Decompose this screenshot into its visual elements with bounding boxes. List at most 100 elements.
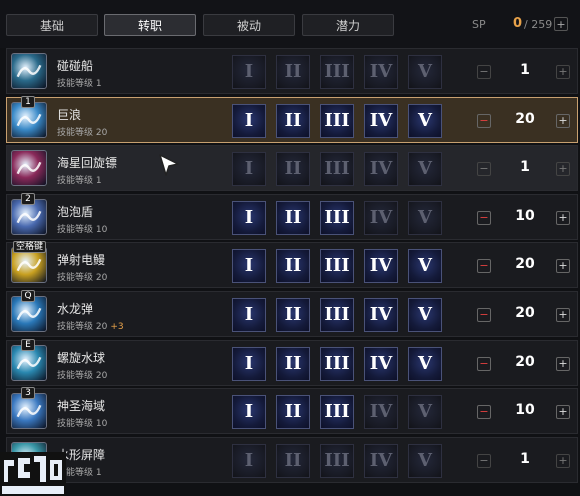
boat-icon[interactable] [11, 53, 47, 89]
tier-4-box[interactable]: IV [364, 346, 398, 381]
skill-row[interactable]: E 螺旋水球 技能等级 20 I II III IV V −20 + [6, 338, 578, 386]
tier-3-box[interactable]: III [320, 443, 354, 478]
decrease-level-button[interactable]: − [477, 356, 491, 371]
tier-1-box[interactable]: I [232, 152, 266, 187]
tier-3-box[interactable]: III [320, 395, 354, 430]
skill-level: 技能等级 20 [57, 270, 107, 283]
skill-level-count: 1 [520, 159, 530, 176]
tier-2-box[interactable]: II [276, 152, 310, 187]
tier-1-box[interactable]: I [232, 443, 266, 478]
skill-level: 技能等级 10 [57, 416, 107, 429]
tier-3-box[interactable]: III [320, 297, 354, 332]
skill-level: 技能等级 10 [57, 222, 107, 235]
decrease-level-button[interactable]: − [477, 210, 491, 225]
tier-1-box[interactable]: I [232, 55, 266, 89]
skill-level-count: 1 [520, 62, 530, 78]
skill-row[interactable]: 空格键 弹射电鳗 技能等级 20 I II III IV V −20 + [6, 241, 578, 289]
starfish-icon[interactable] [11, 150, 47, 187]
skill-level: 技能等级 20 +3 [57, 319, 124, 332]
decrease-level-button[interactable]: − [477, 259, 491, 274]
tier-1-box[interactable]: I [232, 297, 266, 332]
increase-level-button[interactable]: + [556, 162, 570, 177]
tier-4-box[interactable]: IV [364, 200, 398, 235]
decrease-level-button[interactable]: − [477, 453, 491, 468]
sp-total: / 259 [524, 18, 553, 31]
skill-level-count: 20 [515, 256, 535, 273]
tier-1-box[interactable]: I [232, 249, 266, 284]
tier-5-box[interactable]: V [408, 297, 442, 332]
tier-5-box[interactable]: V [408, 55, 442, 89]
tier-2-box[interactable]: II [276, 443, 310, 478]
increase-level-button[interactable]: + [556, 307, 570, 322]
skill-row[interactable]: 碰碰船 技能等级 1 I II III IV V −1 + [6, 48, 578, 94]
tab-potential[interactable]: 潜力 [302, 14, 394, 36]
skill-row[interactable]: 3 神圣海域 技能等级 10 I II III IV V −10 + [6, 387, 578, 435]
hotkey-badge: 1 [21, 95, 35, 108]
increase-level-button[interactable]: + [556, 405, 570, 420]
tier-5-box[interactable]: V [408, 103, 442, 138]
increase-level-button[interactable]: + [556, 65, 570, 79]
skill-level-text: 技能等级 10 [57, 224, 108, 235]
decrease-level-button[interactable]: − [477, 307, 491, 322]
increase-level-button[interactable]: + [556, 356, 570, 371]
tab-class-advancement[interactable]: 转职 [104, 14, 196, 36]
tier-2-box[interactable]: II [276, 346, 310, 381]
skill-row[interactable]: 1 巨浪 技能等级 20 I II III IV V −20 + [6, 95, 578, 143]
tier-2-box[interactable]: II [276, 103, 310, 138]
tier-2-box[interactable]: II [276, 249, 310, 284]
tier-4-box[interactable]: IV [364, 395, 398, 430]
tier-4-box[interactable]: IV [364, 103, 398, 138]
tier-1-box[interactable]: I [232, 395, 266, 430]
tier-2-box[interactable]: II [276, 395, 310, 430]
skill-level-text: 技能等级 20 [57, 127, 108, 138]
tier-3-box[interactable]: III [320, 346, 354, 381]
skill-row[interactable]: 2 泡泡盾 技能等级 10 I II III IV V −10 + [6, 192, 578, 240]
tier-4-box[interactable]: IV [364, 249, 398, 284]
decrease-level-button[interactable]: − [477, 405, 491, 420]
skill-row[interactable]: 海星回旋镖 技能等级 1 I II III IV V −1 + [6, 145, 578, 192]
skill-level-count: 20 [515, 304, 535, 321]
increase-level-button[interactable]: + [556, 113, 570, 128]
hotkey-badge: 3 [21, 387, 35, 400]
hotkey-badge: 空格键 [13, 241, 47, 254]
tier-5-box[interactable]: V [408, 395, 442, 430]
skill-level-count: 20 [515, 110, 535, 127]
skill-level-text: 技能等级 20 [57, 370, 108, 381]
decrease-level-button[interactable]: − [477, 65, 491, 79]
sp-add-button[interactable]: + [554, 17, 568, 31]
tier-3-box[interactable]: III [320, 103, 354, 138]
skill-list: 碰碰船 技能等级 1 I II III IV V −1 +1 巨浪 技能等级 20 I II III IV V… [6, 48, 578, 485]
tier-2-box[interactable]: II [276, 200, 310, 235]
tier-2-box[interactable]: II [276, 55, 310, 89]
tier-5-box[interactable]: V [408, 443, 442, 478]
skill-row[interactable]: Q 水龙弹 技能等级 20 +3 I II III IV V −20 + [6, 289, 578, 337]
skill-level-count: 10 [515, 207, 535, 224]
tab-basic[interactable]: 基础 [6, 14, 98, 36]
tier-5-box[interactable]: V [408, 346, 442, 381]
tier-4-box[interactable]: IV [364, 443, 398, 478]
tier-5-box[interactable]: V [408, 152, 442, 187]
tier-3-box[interactable]: III [320, 249, 354, 284]
tier-2-box[interactable]: II [276, 297, 310, 332]
tier-1-box[interactable]: I [232, 346, 266, 381]
increase-level-button[interactable]: + [556, 210, 570, 225]
tier-4-box[interactable]: IV [364, 152, 398, 187]
decrease-level-button[interactable]: − [477, 113, 491, 128]
skill-name: 海星回旋镖 [57, 156, 118, 171]
tier-4-box[interactable]: IV [364, 297, 398, 332]
tier-3-box[interactable]: III [320, 55, 354, 89]
tier-1-box[interactable]: I [232, 200, 266, 235]
skill-level-text: 技能等级 1 [57, 176, 102, 187]
skill-row[interactable]: 水形屏障 技能等级 1 I II III IV V −1 + [6, 436, 578, 483]
tier-5-box[interactable]: V [408, 249, 442, 284]
increase-level-button[interactable]: + [556, 259, 570, 274]
tier-4-box[interactable]: IV [364, 55, 398, 89]
tab-passive[interactable]: 被动 [203, 14, 295, 36]
tier-3-box[interactable]: III [320, 200, 354, 235]
tier-5-box[interactable]: V [408, 200, 442, 235]
decrease-level-button[interactable]: − [477, 162, 491, 177]
tier-1-box[interactable]: I [232, 103, 266, 138]
skill-tab-bar: 基础 转职 被动 潜力 SP 0 / 259 + [0, 0, 580, 48]
increase-level-button[interactable]: + [556, 453, 570, 468]
tier-3-box[interactable]: III [320, 152, 354, 187]
